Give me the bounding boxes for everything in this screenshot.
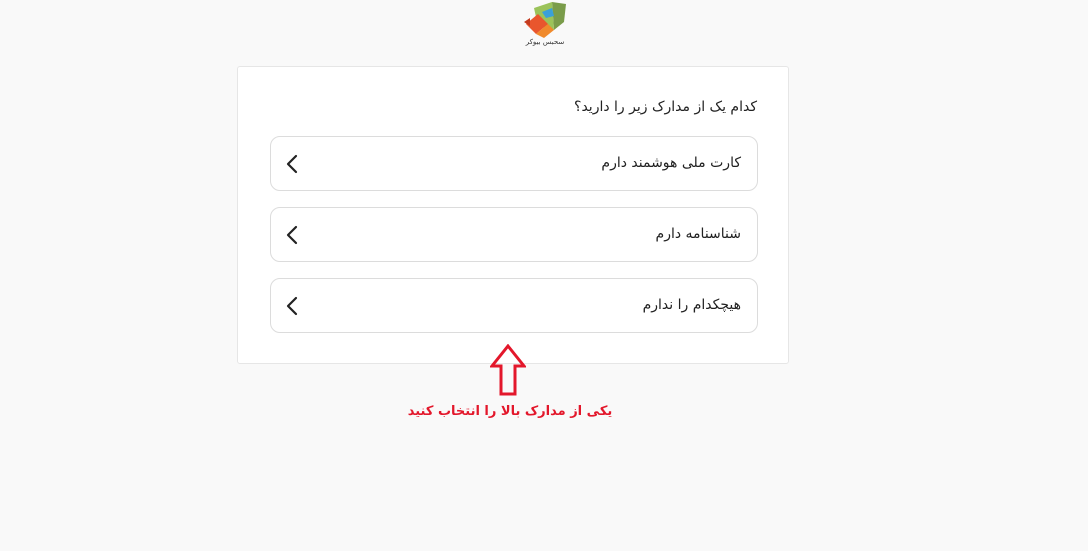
logo-text: سحبس بیوکر xyxy=(525,38,565,46)
option-none[interactable]: هیچکدام را ندارم xyxy=(270,278,758,333)
option-national-smart-card[interactable]: کارت ملی هوشمند دارم xyxy=(270,136,758,191)
option-label: هیچکدام را ندارم xyxy=(642,297,741,313)
chevron-left-icon xyxy=(286,154,298,174)
question-title: کدام یک از مدارک زیر را دارید؟ xyxy=(574,99,757,115)
document-selection-card: کدام یک از مدارک زیر را دارید؟ کارت ملی … xyxy=(237,66,789,364)
option-label: شناسنامه دارم xyxy=(655,226,741,242)
annotation-hint: یکی از مدارک بالا را انتخاب کنید xyxy=(407,404,613,419)
chevron-left-icon xyxy=(286,296,298,316)
arrow-up-outline-icon xyxy=(490,344,526,396)
option-label: کارت ملی هوشمند دارم xyxy=(601,155,741,171)
brand-logo: سحبس بیوکر xyxy=(519,0,571,48)
logo-icon xyxy=(524,2,566,38)
option-birth-certificate[interactable]: شناسنامه دارم xyxy=(270,207,758,262)
chevron-left-icon xyxy=(286,225,298,245)
